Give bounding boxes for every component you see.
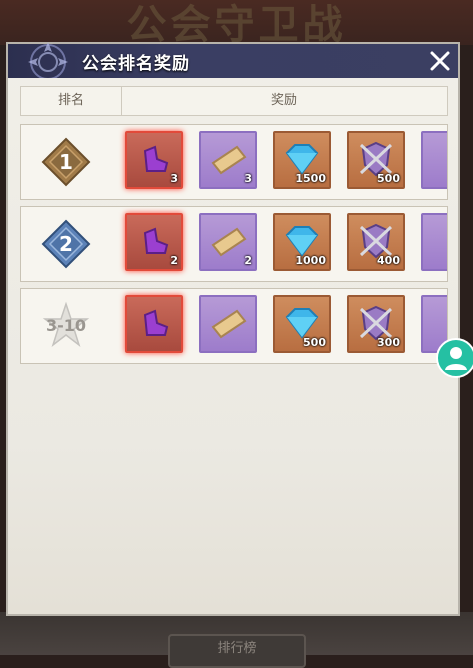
panel-header: 公会排名奖励 [8, 42, 458, 78]
reward-item-partial[interactable] [421, 213, 447, 271]
item-quantity: 3 [244, 172, 252, 185]
user-icon [445, 347, 467, 370]
item-quantity: 2 [170, 254, 178, 267]
panel-title: 公会排名奖励 [82, 54, 190, 74]
item-quantity: 1500 [295, 172, 326, 185]
emblem-icon [28, 42, 68, 78]
rank-3-10-badge: 3-10 [41, 301, 91, 351]
guild-rank-reward-panel: 公会排名奖励 排名 奖励 1 3 3 1500 500 2 2 2 1000 4… [6, 42, 460, 616]
reward-items: 3 3 1500 500 [125, 131, 447, 193]
item-quantity: 400 [377, 254, 400, 267]
reward-row-rank-1: 1 3 3 1500 500 [20, 124, 448, 200]
user-avatar-button[interactable] [436, 338, 473, 378]
reward-item[interactable]: 1000 [273, 213, 331, 271]
item-quantity: 500 [377, 172, 400, 185]
reward-row-rank-2: 2 2 2 1000 400 [20, 206, 448, 282]
reward-item[interactable]: 2 [125, 213, 183, 271]
rank-label: 2 [59, 232, 73, 256]
reward-item[interactable]: 3 [199, 131, 257, 189]
leaderboard-button[interactable]: 排行榜 [168, 634, 306, 668]
reward-item[interactable]: 3 [125, 131, 183, 189]
shoe-icon [143, 309, 169, 336]
item-quantity: 1000 [295, 254, 326, 267]
rank-label: 3-10 [45, 316, 87, 335]
reward-item[interactable]: 300 [347, 295, 405, 353]
item-quantity: 2 [244, 254, 252, 267]
item-quantity: 500 [303, 336, 326, 349]
reward-items: 2 2 1000 400 [125, 213, 447, 275]
rank-label: 1 [59, 150, 73, 174]
reward-column-header: 奖励 [270, 93, 297, 108]
item-quantity: 300 [377, 336, 400, 349]
close-icon[interactable] [428, 49, 452, 73]
rank-2-badge: 2 [41, 219, 91, 269]
scroll-icon [211, 309, 247, 339]
item-quantity: 3 [170, 172, 178, 185]
reward-item[interactable]: 400 [347, 213, 405, 271]
reward-items: 500 300 [125, 295, 447, 357]
reward-item-partial[interactable] [421, 131, 447, 189]
rank-1-badge: 1 [41, 137, 91, 187]
reward-item[interactable]: 1500 [273, 131, 331, 189]
table-header: 排名 奖励 [20, 86, 448, 116]
reward-item[interactable] [199, 295, 257, 353]
reward-item[interactable]: 500 [347, 131, 405, 189]
rank-column-header: 排名 [21, 87, 122, 115]
reward-item[interactable]: 500 [273, 295, 331, 353]
reward-item[interactable]: 2 [199, 213, 257, 271]
reward-item[interactable] [125, 295, 183, 353]
reward-row-rank-3-10: 3-10 500 300 [20, 288, 448, 364]
